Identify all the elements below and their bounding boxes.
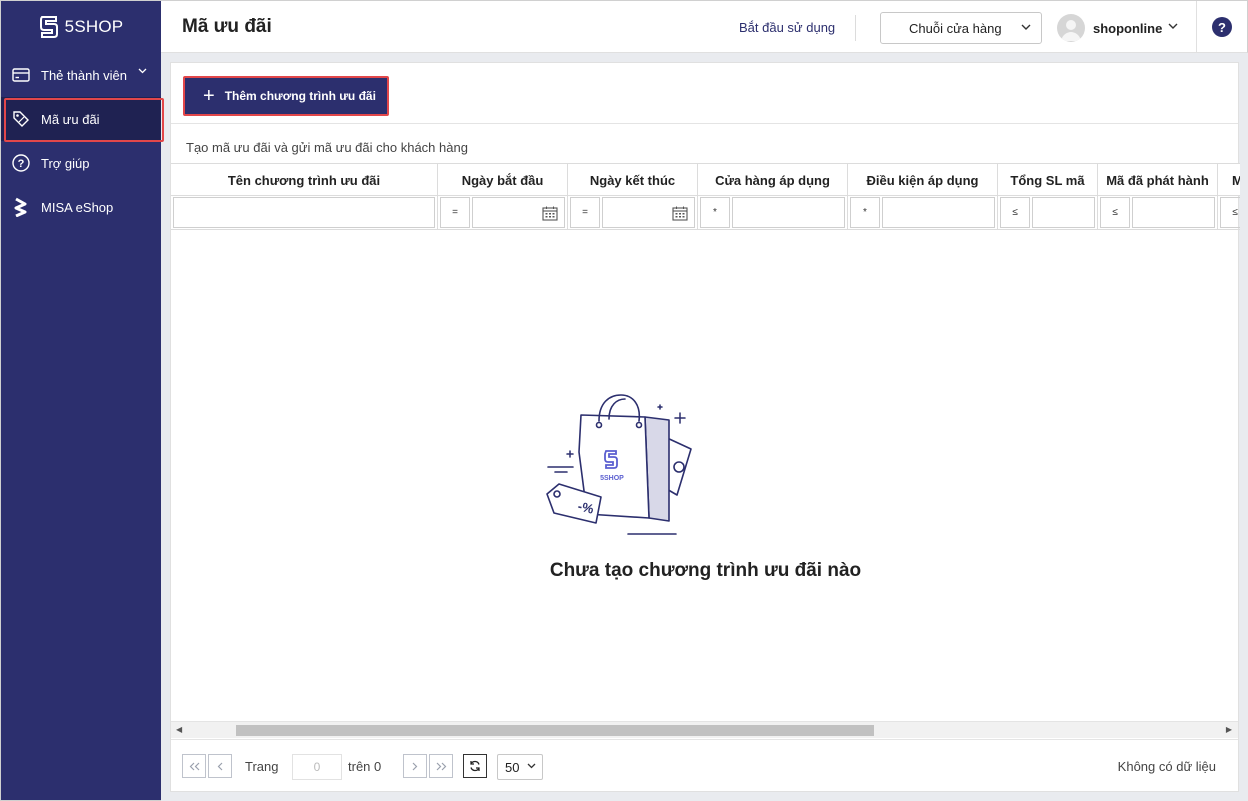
filter-cell-end-date: =	[568, 196, 698, 229]
empty-state-message: Chưa tạo chương trình ưu đãi nào	[549, 560, 862, 581]
sidebar: 5SHOP Thẻ thành viên Mã ưu đãi ? Trợ giú…	[0, 0, 164, 801]
filter-operator[interactable]: *	[700, 197, 730, 228]
chevron-down-icon[interactable]	[1168, 23, 1178, 30]
filter-cell-total-codes: ≤	[998, 196, 1098, 229]
add-promotion-button[interactable]: + Thêm chương trình ưu đãi	[183, 76, 389, 116]
top-header: Mã ưu đãi Bắt đầu sử dụng Chuỗi cửa hàng…	[161, 0, 1248, 53]
scroll-right-arrow-icon[interactable]: ▶	[1226, 725, 1232, 734]
filter-input-stores[interactable]	[732, 197, 845, 228]
filter-operator[interactable]: =	[440, 197, 470, 228]
chevron-right-icon	[412, 762, 418, 770]
filter-cell-issued-codes: ≤	[1098, 196, 1218, 229]
user-name[interactable]: shoponline	[1093, 21, 1162, 36]
brand-logo[interactable]: 5SHOP	[1, 1, 161, 53]
calendar-icon[interactable]	[542, 206, 558, 221]
filter-cell-start-date: =	[438, 196, 568, 229]
scrollbar-thumb[interactable]	[236, 725, 874, 736]
header-divider	[855, 15, 856, 41]
store-select-value: Chuỗi cửa hàng	[909, 20, 1002, 36]
plus-icon: +	[203, 85, 215, 107]
filter-input-name[interactable]	[173, 197, 435, 228]
table-header: Tên chương trình ưu đãi Ngày bắt đầu Ngà…	[171, 163, 1240, 196]
double-chevron-right-icon	[436, 762, 446, 770]
horizontal-scrollbar[interactable]: ◀ ▶	[171, 721, 1238, 738]
page-size-value: 50	[505, 759, 520, 775]
column-header-issued-codes[interactable]: Mã đã phát hành	[1098, 164, 1218, 196]
filter-row: = = * * ≤ ≤ ≤	[171, 196, 1240, 230]
filter-operator[interactable]: =	[570, 197, 600, 228]
column-header-more[interactable]: M	[1218, 164, 1240, 196]
tag-icon	[11, 109, 31, 129]
sidebar-item-promo-codes[interactable]: Mã ưu đãi	[1, 97, 164, 142]
page-number-input[interactable]: 0	[292, 754, 342, 780]
sidebar-item-label: Trợ giúp	[41, 155, 90, 171]
misa-logo-icon	[11, 197, 31, 217]
sidebar-item-misa-eshop[interactable]: MISA eShop	[1, 185, 161, 229]
empty-shopping-bag-illustration: -% 5SHOP	[546, 394, 692, 535]
prev-page-button[interactable]	[208, 754, 232, 778]
first-page-button[interactable]	[182, 754, 206, 778]
bag-brand-label: 5SHOP	[600, 475, 624, 482]
brand-name: 5SHOP	[64, 17, 124, 36]
column-header-conditions[interactable]: Điều kiện áp dụng	[848, 164, 998, 196]
content-panel: + Thêm chương trình ưu đãi Tạo mã ưu đãi…	[170, 62, 1240, 792]
filter-operator[interactable]: *	[850, 197, 880, 228]
sidebar-item-label: MISA eShop	[41, 199, 114, 215]
page-total-label: trên 0	[348, 759, 382, 774]
pagination-bar: Trang 0 trên 0 50 Không có dữ liệu	[171, 739, 1238, 791]
filter-input-start-date[interactable]	[472, 197, 565, 228]
5shop-logo-icon	[39, 16, 58, 38]
page-size-select[interactable]: 50	[497, 754, 543, 780]
refresh-button[interactable]	[463, 754, 487, 778]
column-header-end-date[interactable]: Ngày kết thúc	[568, 164, 698, 196]
filter-cell-name	[171, 196, 438, 229]
help-circle-icon: ?	[11, 153, 31, 173]
filter-input-total-codes[interactable]	[1032, 197, 1095, 228]
scroll-left-arrow-icon[interactable]: ◀	[176, 725, 182, 734]
chevron-down-icon	[527, 763, 536, 769]
no-data-status: Không có dữ liệu	[1117, 759, 1216, 774]
filter-cell-conditions: *	[848, 196, 998, 229]
page-label: Trang	[245, 759, 279, 774]
promotions-table: Tên chương trình ưu đãi Ngày bắt đầu Ngà…	[171, 163, 1240, 230]
header-divider	[1196, 1, 1197, 53]
card-icon	[11, 65, 31, 85]
filter-input-issued-codes[interactable]	[1132, 197, 1215, 228]
sidebar-item-help[interactable]: ? Trợ giúp	[1, 141, 161, 185]
last-page-button[interactable]	[429, 754, 453, 778]
help-icon[interactable]: ?	[1212, 17, 1232, 37]
svg-text:?: ?	[18, 158, 25, 170]
page-title: Mã ưu đãi	[182, 16, 272, 37]
filter-cell-stores: *	[698, 196, 848, 229]
sidebar-item-label: Thẻ thành viên	[41, 67, 128, 83]
toolbar: + Thêm chương trình ưu đãi	[171, 63, 1238, 124]
sidebar-item-label: Mã ưu đãi	[41, 111, 100, 127]
refresh-icon	[470, 760, 480, 772]
store-chain-select[interactable]: Chuỗi cửa hàng	[880, 12, 1042, 44]
filter-input-conditions[interactable]	[882, 197, 995, 228]
calendar-icon[interactable]	[672, 206, 688, 221]
column-header-total-codes[interactable]: Tổng SL mã	[998, 164, 1098, 196]
column-header-name[interactable]: Tên chương trình ưu đãi	[171, 164, 438, 196]
filter-operator[interactable]: ≤	[1220, 197, 1240, 228]
sidebar-nav: Thẻ thành viên Mã ưu đãi ? Trợ giúp MISA…	[1, 53, 164, 229]
chevron-left-icon	[217, 762, 223, 770]
start-using-link[interactable]: Bắt đầu sử dụng	[739, 20, 835, 35]
next-page-button[interactable]	[403, 754, 427, 778]
avatar[interactable]	[1057, 14, 1085, 42]
filter-cell-more: ≤	[1218, 196, 1240, 229]
chevron-down-icon	[138, 68, 147, 74]
filter-operator[interactable]: ≤	[1000, 197, 1030, 228]
filter-input-end-date[interactable]	[602, 197, 695, 228]
column-header-stores[interactable]: Cửa hàng áp dụng	[698, 164, 848, 196]
column-header-start-date[interactable]: Ngày bắt đầu	[438, 164, 568, 196]
page-description: Tạo mã ưu đãi và gửi mã ưu đãi cho khách…	[186, 140, 468, 155]
sidebar-item-membership[interactable]: Thẻ thành viên	[1, 53, 161, 97]
add-promotion-label: Thêm chương trình ưu đãi	[224, 89, 376, 103]
filter-operator[interactable]: ≤	[1100, 197, 1130, 228]
double-chevron-left-icon	[189, 762, 199, 770]
chevron-down-icon	[1021, 24, 1031, 30]
